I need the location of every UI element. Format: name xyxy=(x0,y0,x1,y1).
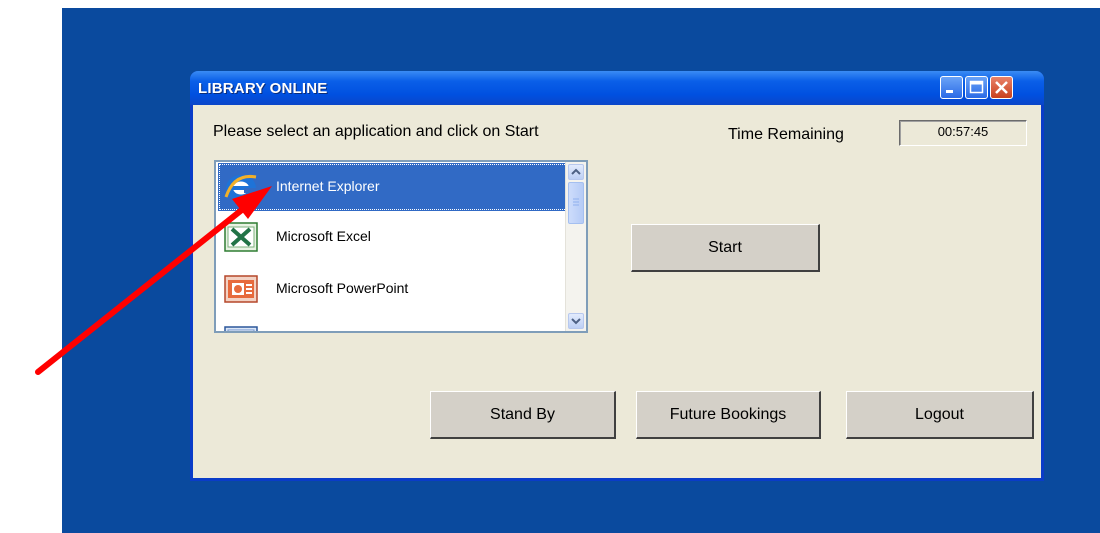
list-item-microsoft-powerpoint[interactable]: Microsoft PowerPoint xyxy=(218,265,568,313)
window-title: LIBRARY ONLINE xyxy=(198,80,328,97)
word-icon xyxy=(224,326,258,331)
instruction-text: Please select an application and click o… xyxy=(213,123,539,140)
logout-button[interactable]: Logout xyxy=(846,391,1034,439)
scroll-down-button[interactable] xyxy=(568,313,584,329)
title-bar[interactable]: LIBRARY ONLINE xyxy=(190,71,1044,105)
list-item-microsoft-excel[interactable]: Microsoft Excel xyxy=(218,213,568,261)
time-remaining-label: Time Remaining xyxy=(728,126,844,143)
library-online-window: LIBRARY ONLINE Please select an applicat… xyxy=(190,71,1044,481)
excel-icon xyxy=(224,222,258,252)
internet-explorer-icon xyxy=(224,174,257,201)
powerpoint-icon xyxy=(224,275,258,303)
scroll-up-button[interactable] xyxy=(568,164,584,180)
window-client-area: Please select an application and click o… xyxy=(193,105,1041,478)
start-button[interactable]: Start xyxy=(631,224,820,272)
grip-icon xyxy=(573,198,579,206)
list-scrollbar[interactable] xyxy=(565,162,586,331)
time-remaining-value: 00:57:45 xyxy=(899,120,1027,146)
list-item-microsoft-word[interactable] xyxy=(218,317,568,331)
application-list[interactable]: Internet Explorer Microsoft Excel Micros… xyxy=(214,160,588,333)
list-item-label: Microsoft Excel xyxy=(276,228,371,244)
maximize-button[interactable] xyxy=(965,76,988,99)
list-item-label: Microsoft PowerPoint xyxy=(276,280,409,296)
minimize-button[interactable] xyxy=(940,76,963,99)
close-button[interactable] xyxy=(990,76,1013,99)
close-icon xyxy=(995,81,1008,94)
chevron-up-icon xyxy=(571,168,581,175)
maximize-icon xyxy=(969,80,984,94)
chevron-down-icon xyxy=(571,318,581,325)
minimize-icon xyxy=(946,90,953,93)
future-bookings-button[interactable]: Future Bookings xyxy=(636,391,821,439)
list-item-label: Internet Explorer xyxy=(276,178,380,194)
stand-by-button[interactable]: Stand By xyxy=(430,391,616,439)
scroll-thumb[interactable] xyxy=(568,182,584,224)
list-item-internet-explorer[interactable]: Internet Explorer xyxy=(218,163,568,211)
